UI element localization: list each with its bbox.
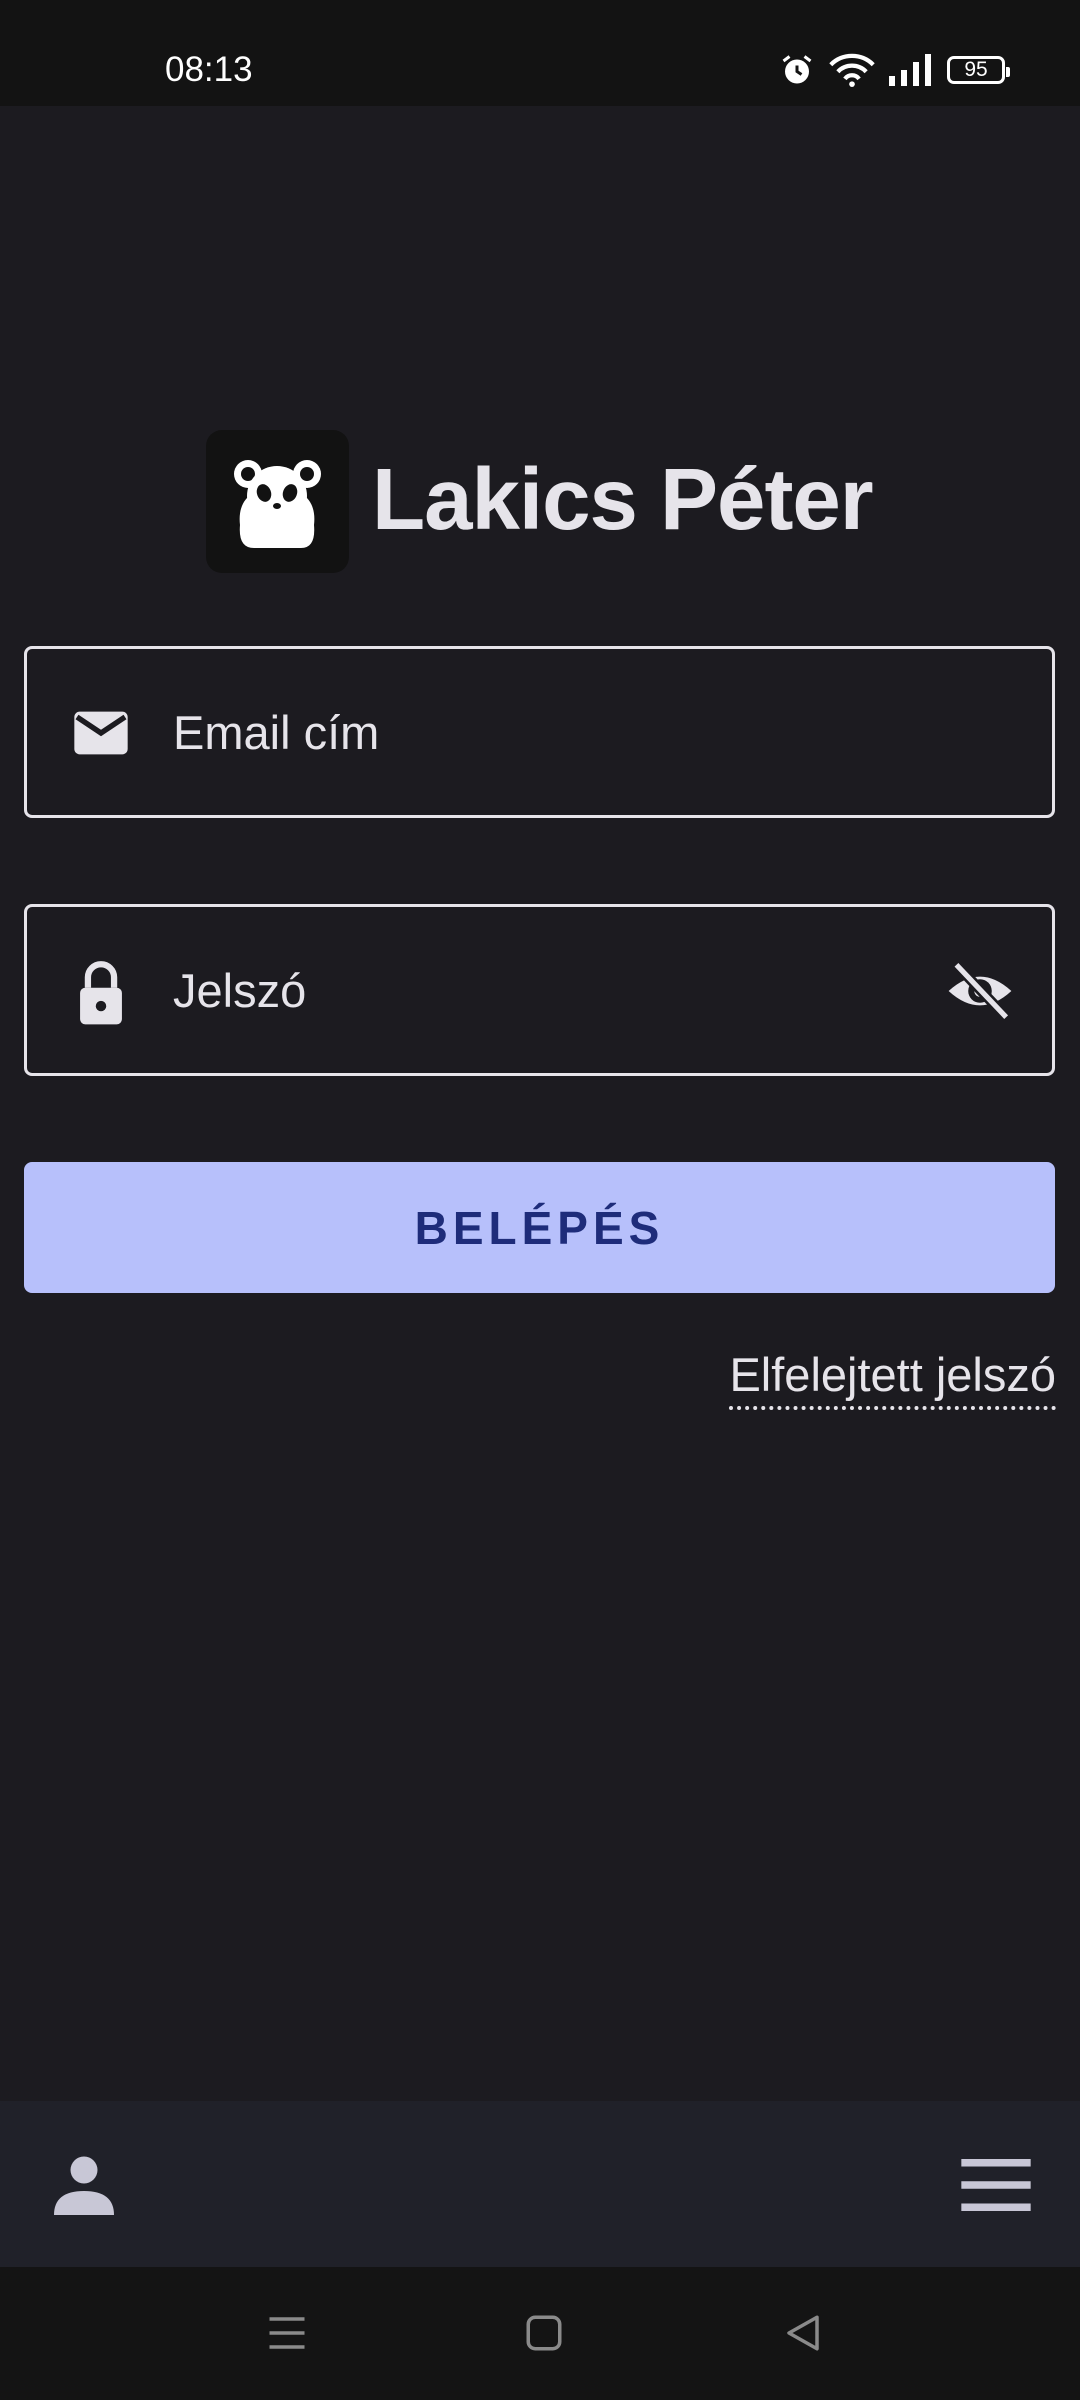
forgot-password-link[interactable]: Elfelejtett jelszó <box>729 1346 1056 1410</box>
wifi-icon <box>829 53 875 87</box>
page-title: Lakics Péter <box>372 451 874 548</box>
menu-icon[interactable] <box>960 2159 1032 2216</box>
recent-apps-icon[interactable] <box>266 2312 308 2359</box>
system-nav-bar <box>0 2267 1080 2400</box>
email-placeholder: Email cím <box>173 706 380 759</box>
signal-icon <box>889 54 931 86</box>
back-icon[interactable] <box>782 2312 824 2359</box>
bottom-app-bar <box>0 2101 1080 2267</box>
status-bar: 08:13 95 <box>0 0 1080 106</box>
battery-level: 95 <box>964 58 988 81</box>
home-icon[interactable] <box>523 2312 565 2359</box>
alarm-icon <box>782 55 812 84</box>
app-logo <box>206 430 349 573</box>
status-time: 08:13 <box>165 50 253 89</box>
visibility-off-icon[interactable] <box>946 959 1014 1028</box>
email-field[interactable]: Email cím <box>24 646 1055 818</box>
lock-icon <box>69 959 133 1032</box>
battery-icon: 95 <box>947 56 1010 84</box>
status-icons: 95 <box>779 52 1010 88</box>
person-icon[interactable] <box>48 2149 120 2226</box>
login-button[interactable]: BELÉPÉS <box>24 1162 1055 1293</box>
password-placeholder: Jelszó <box>173 964 307 1017</box>
email-icon <box>69 701 133 770</box>
panda-logo-icon <box>234 460 321 548</box>
password-field[interactable]: Jelszó <box>24 904 1055 1076</box>
